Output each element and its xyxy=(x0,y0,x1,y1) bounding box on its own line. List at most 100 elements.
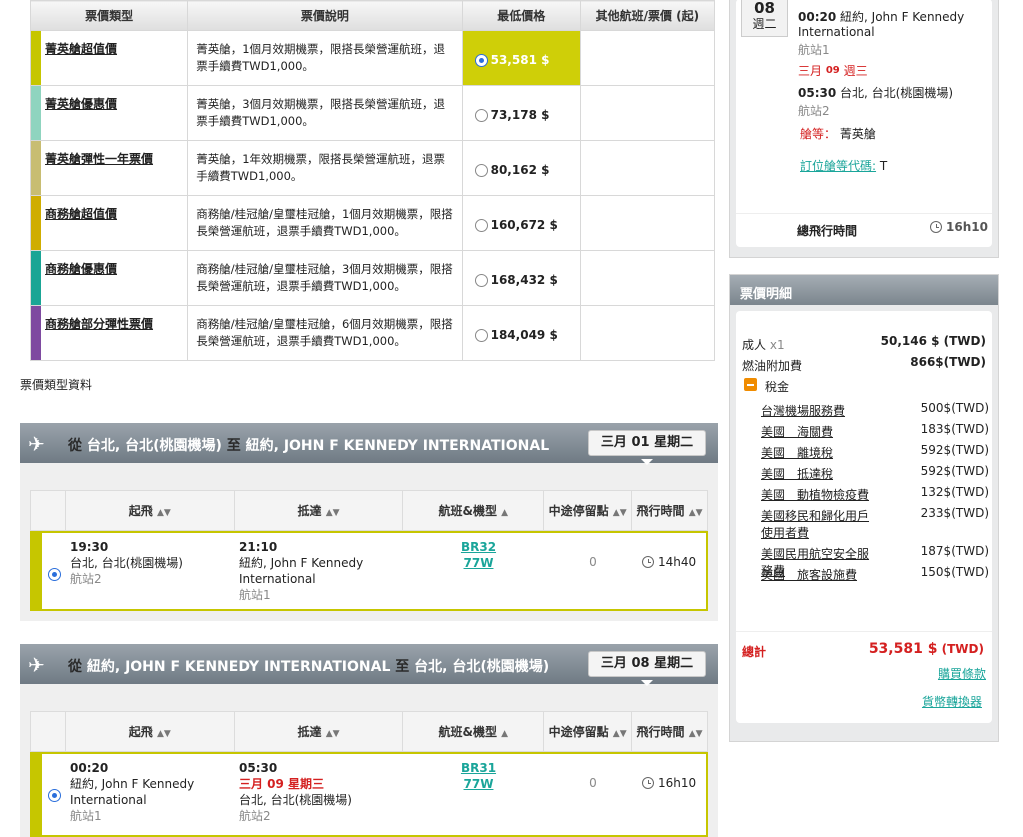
fare-radio[interactable] xyxy=(474,164,488,177)
summary-arrival: 05:30 台北, 台北(桃園機場) 航站2 xyxy=(798,86,954,118)
total-time: 16h10 xyxy=(930,220,988,234)
fare-row[interactable]: 商務艙部分彈性票價 商務艙/桂冠艙/皇璽桂冠艙，6個月效期機票，限搭長榮營運航班，… xyxy=(29,305,716,361)
outbound-date[interactable]: 三月 01 星期二 xyxy=(588,430,706,465)
fare-price-cell[interactable]: 168,432 $ xyxy=(461,250,581,306)
adult-label: 成人 x1 xyxy=(742,338,785,352)
tax-value: 500$(TWD) xyxy=(920,401,989,415)
inbound-dep-terminal: 航站1 xyxy=(70,809,102,823)
inbound-route: 從 紐約, JOHN F KENNEDY INTERNATIONAL 至 台北,… xyxy=(68,659,550,675)
inbound-flight-no[interactable]: BR31 xyxy=(461,761,496,775)
fare-type-info: 票價類型資料 xyxy=(20,378,93,392)
fare-color-bar xyxy=(31,251,41,305)
fare-desc: 商務艙/桂冠艙/皇璽桂冠艙，3個月效期機票，限搭長榮營運航班，退票手續費TWD1… xyxy=(187,250,463,306)
fare-desc: 商務艙/桂冠艙/皇璽桂冠艙，1個月效期機票，限搭長榮營運航班，退票手續費TWD1… xyxy=(187,195,463,251)
fare-price: 53,581 $ xyxy=(490,53,550,67)
total-value: 53,581 $ (TWD) xyxy=(868,641,984,657)
fare-name-link[interactable]: 商務艙優惠價 xyxy=(45,262,117,276)
fuel-label: 燃油附加費 xyxy=(742,359,803,373)
price-detail-title: 票價明細 xyxy=(730,275,998,305)
sort-flight[interactable]: 航班&機型 ▲ xyxy=(402,711,545,752)
outbound-arr-time: 21:10 xyxy=(239,540,278,554)
outbound-flight-no[interactable]: BR32 xyxy=(461,540,496,554)
sort-departure[interactable]: 起飛 ▲▼ xyxy=(64,490,235,531)
collapse-minus-icon[interactable] xyxy=(744,378,757,391)
sort-stops[interactable]: 中途停留點 ▲▼ xyxy=(543,711,633,752)
tax-name-link[interactable]: 美國 海關費 xyxy=(761,424,876,441)
clock-icon xyxy=(642,777,654,789)
fare-color-bar xyxy=(31,306,41,360)
fare-price: 168,432 $ xyxy=(490,273,558,287)
fare-other xyxy=(579,140,716,196)
outbound-flight-row[interactable]: 19:30 台北, 台北(桃園機場) 航站2 21:10 紐約, John F … xyxy=(30,531,708,611)
sort-arrival[interactable]: 抵達 ▲▼ xyxy=(233,490,404,531)
fare-radio[interactable] xyxy=(474,329,488,342)
fare-radio[interactable] xyxy=(474,274,488,287)
fare-name-link[interactable]: 商務艙部分彈性票價 xyxy=(45,317,153,331)
tax-item: 美國 離境稅 592$(TWD) xyxy=(761,443,989,466)
tax-name-link[interactable]: 美國 離境稅 xyxy=(761,445,876,462)
fare-row[interactable]: 菁英艙優惠價 菁英艙，3個月效期機票，限搭長榮營運航班，退票手續費TWD1,000… xyxy=(29,85,716,141)
fare-name-link[interactable]: 菁英艙超值價 xyxy=(45,42,117,56)
plane-takeoff-icon: ✈ xyxy=(28,432,45,456)
fare-radio[interactable] xyxy=(474,109,488,122)
fare-row[interactable]: 菁英艙超值價 菁英艙，1個月效期機票，限搭長榮營運航班，退票手續費TWD1,000… xyxy=(29,30,716,86)
outbound-dep-city: 台北, 台北(桃園機場) xyxy=(70,556,183,570)
fare-price-cell[interactable]: 184,049 $ xyxy=(461,305,581,361)
total-time-label: 總飛行時間 xyxy=(797,224,858,238)
fare-price: 73,178 $ xyxy=(490,108,550,122)
fare-name-link[interactable]: 菁英艙彈性一年票價 xyxy=(45,152,153,166)
fare-price-cell[interactable]: 73,178 $ xyxy=(461,85,581,141)
sort-flight[interactable]: 航班&機型 ▲ xyxy=(402,490,545,531)
sort-duration[interactable]: 飛行時間 ▲▼ xyxy=(631,711,708,752)
booking-class-link[interactable]: 訂位艙等代碼: xyxy=(800,159,876,173)
tax-value: 187$(TWD) xyxy=(920,544,989,558)
outbound-duration: 14h40 xyxy=(642,554,696,570)
fare-radio[interactable] xyxy=(474,219,488,232)
fare-price-cell[interactable]: 160,672 $ xyxy=(461,195,581,251)
currency-converter-link[interactable]: 貨幣轉換器 xyxy=(922,693,982,710)
tax-name-link[interactable]: 台灣機場服務費 xyxy=(761,403,876,420)
sort-stops[interactable]: 中途停留點 ▲▼ xyxy=(543,490,633,531)
purchase-terms-link[interactable]: 購買條款 xyxy=(938,665,986,682)
tax-name-link[interactable]: 美國 抵達稅 xyxy=(761,466,876,483)
tax-name-link[interactable]: 美國 旅客設施費 xyxy=(761,567,876,584)
fare-row[interactable]: 商務艙超值價 商務艙/桂冠艙/皇璽桂冠艙，1個月效期機票，限搭長榮營運航班，退票手… xyxy=(29,195,716,251)
fare-type-table: 票價類型 票價說明 最低價格 其他航班/票價 (起) 菁英艙超值價 菁英艙，1個月… xyxy=(29,0,716,361)
fare-name-link[interactable]: 菁英艙優惠價 xyxy=(45,97,117,111)
fare-other xyxy=(579,305,716,361)
fare-other xyxy=(579,85,716,141)
inbound-flight-row[interactable]: 00:20 紐約, John F Kennedy International 航… xyxy=(30,752,708,837)
sort-arrival[interactable]: 抵達 ▲▼ xyxy=(233,711,404,752)
clock-icon xyxy=(642,556,654,568)
clock-icon xyxy=(930,221,942,233)
total-label: 總計 xyxy=(742,645,767,659)
inbound-section: ✈ 從 紐約, JOHN F KENNEDY INTERNATIONAL 至 台… xyxy=(20,644,718,837)
tax-name-link[interactable]: 美國 動植物檢疫費 xyxy=(761,487,876,504)
tax-name-link[interactable]: 美國移民和歸化用戶使用者費 xyxy=(761,508,876,542)
tax-value: 592$(TWD) xyxy=(920,464,989,478)
fare-name-link[interactable]: 商務艙超值價 xyxy=(45,207,117,221)
col-fare-desc: 票價說明 xyxy=(187,0,463,31)
outbound-arr-terminal: 航站1 xyxy=(239,588,271,602)
tax-item: 美國 海關費 183$(TWD) xyxy=(761,422,989,445)
summary-booking-class: 訂位艙等代碼: T xyxy=(800,159,888,173)
plane-landing-icon: ✈ xyxy=(28,653,45,677)
outbound-aircraft[interactable]: 77W xyxy=(464,556,494,570)
inbound-date[interactable]: 三月 08 星期二 xyxy=(588,651,706,686)
fare-radio[interactable] xyxy=(474,54,488,67)
tax-label: 稅金 xyxy=(765,380,790,394)
fare-price: 160,672 $ xyxy=(490,218,558,232)
fare-price-cell[interactable]: 80,162 $ xyxy=(461,140,581,196)
outbound-section: ✈ 從 台北, 台北(桃園機場) 至 紐約, JOHN F KENNEDY IN… xyxy=(20,423,718,621)
outbound-flight-radio[interactable] xyxy=(48,568,61,581)
fare-row[interactable]: 商務艙優惠價 商務艙/桂冠艙/皇璽桂冠艙，3個月效期機票，限搭長榮營運航班，退票手… xyxy=(29,250,716,306)
tax-value: 132$(TWD) xyxy=(920,485,989,499)
fare-row[interactable]: 菁英艙彈性一年票價 菁英艙，1年效期機票，限搭長榮營運航班，退票手續費TWD1,0… xyxy=(29,140,716,196)
inbound-aircraft[interactable]: 77W xyxy=(464,777,494,791)
sort-departure[interactable]: 起飛 ▲▼ xyxy=(64,711,235,752)
fare-desc: 菁英艙，1年效期機票，限搭長榮營運航班，退票手續費TWD1,000。 xyxy=(187,140,463,196)
sort-duration[interactable]: 飛行時間 ▲▼ xyxy=(631,490,708,531)
fare-desc: 商務艙/桂冠艙/皇璽桂冠艙，6個月效期機票，限搭長榮營運航班，退票手續費TWD1… xyxy=(187,305,463,361)
inbound-flight-radio[interactable] xyxy=(48,789,61,802)
fare-price-cell[interactable]: 53,581 $ xyxy=(461,30,581,86)
